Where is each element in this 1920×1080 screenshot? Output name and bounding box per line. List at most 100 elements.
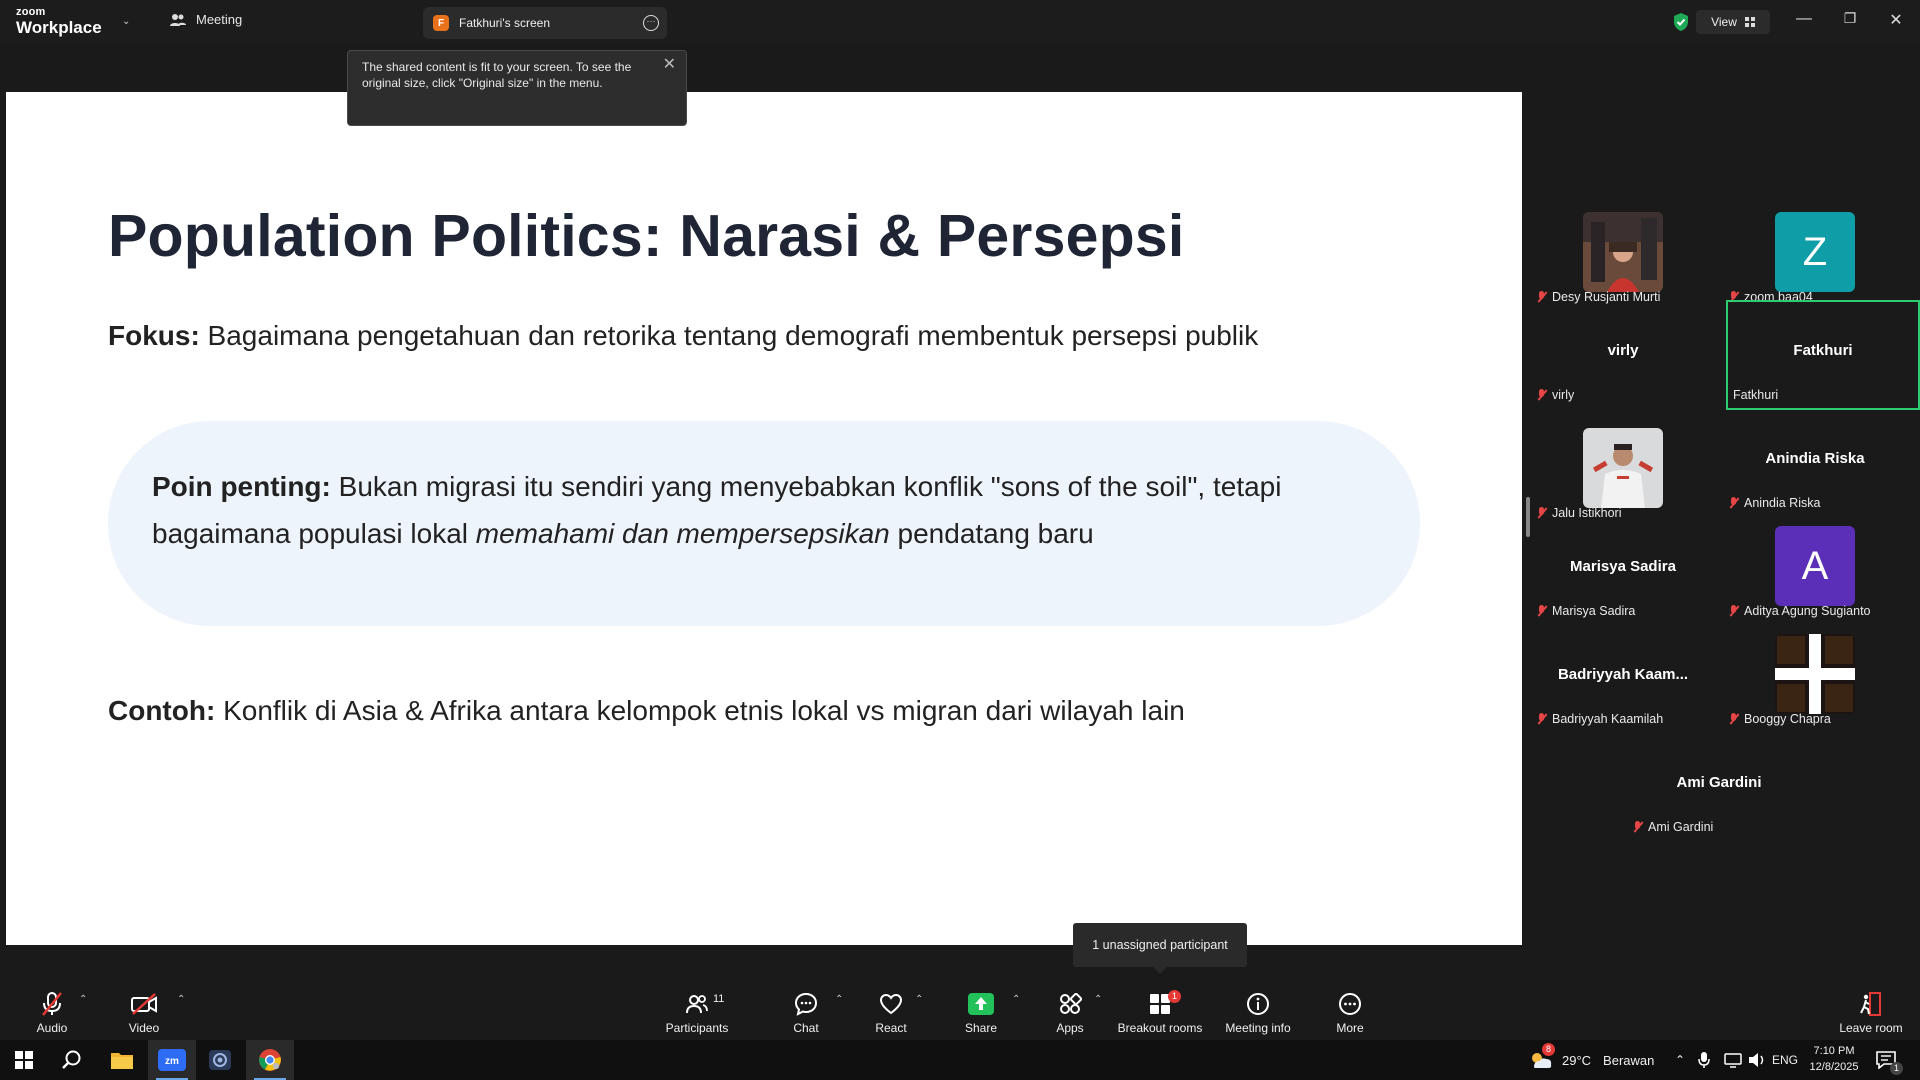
participant-gallery: Desy Rusjanti Murti Z zoom baa04 virly v… bbox=[1528, 52, 1920, 972]
participant-tile[interactable]: A Aditya Agung Sugianto bbox=[1720, 518, 1910, 624]
share-button[interactable]: Share bbox=[960, 980, 1002, 1040]
file-explorer-icon[interactable] bbox=[98, 1040, 146, 1080]
participant-display-name: Ami Gardini bbox=[1676, 774, 1762, 791]
fokus-text: Bagaimana pengetahuan dan retorika tenta… bbox=[199, 320, 1259, 351]
fokus-label: Fokus: bbox=[108, 320, 200, 351]
participant-tile[interactable]: Badriyyah Kaam... Badriyyah Kaamilah bbox=[1528, 626, 1718, 732]
chat-button[interactable]: Chat bbox=[786, 980, 826, 1040]
microphone-icon[interactable] bbox=[1698, 1040, 1710, 1080]
apps-options-caret-icon[interactable]: ⌃ bbox=[1094, 994, 1102, 1005]
video-button[interactable]: Video bbox=[124, 980, 164, 1040]
chevron-down-icon[interactable]: ⌄ bbox=[122, 16, 130, 27]
camera-app-icon[interactable] bbox=[196, 1040, 244, 1080]
participant-tile[interactable]: Z zoom baa04 bbox=[1720, 204, 1910, 310]
view-button[interactable]: View bbox=[1696, 10, 1770, 34]
breakout-rooms-label: Breakout rooms bbox=[1117, 1021, 1203, 1035]
more-icon bbox=[1336, 990, 1364, 1018]
mic-muted-icon bbox=[1728, 496, 1740, 510]
close-icon[interactable]: ✕ bbox=[663, 57, 676, 73]
meeting-tab[interactable]: Meeting bbox=[170, 12, 242, 27]
breakout-rooms-button[interactable]: Breakout rooms bbox=[1115, 980, 1205, 1040]
windows-start-icon[interactable] bbox=[0, 1040, 48, 1080]
zoom-workplace-logo[interactable]: zoom Workplace bbox=[16, 7, 102, 37]
fit-screen-tooltip: The shared content is fit to your screen… bbox=[347, 50, 687, 126]
participant-tile[interactable]: Ami Gardini Ami Gardini bbox=[1624, 734, 1814, 840]
participants-count: 11 bbox=[713, 993, 725, 1005]
contoh-text: Konflik di Asia & Afrika antara kelompok… bbox=[215, 695, 1185, 726]
participant-tile[interactable]: Booggy Chapra bbox=[1720, 626, 1910, 732]
notifications-icon[interactable]: 1 bbox=[1876, 1040, 1904, 1080]
brand-bottom: Workplace bbox=[16, 18, 102, 37]
participant-display-name: virly bbox=[1607, 342, 1639, 359]
meeting-toolbar: Audio ⌃ Video ⌃ Participants 11 Chat ⌃ R… bbox=[0, 980, 1920, 1040]
close-icon[interactable]: ✕ bbox=[1886, 10, 1906, 30]
participants-icon bbox=[170, 13, 186, 26]
breakout-badge: 1 bbox=[1168, 990, 1182, 1003]
participant-photo bbox=[1583, 428, 1663, 508]
weather-widget[interactable]: 8 29°C Berawan bbox=[1528, 1040, 1654, 1080]
apps-icon bbox=[1056, 990, 1084, 1018]
participants-icon bbox=[683, 990, 711, 1018]
mic-muted-icon bbox=[1632, 820, 1644, 834]
participant-tile[interactable]: Desy Rusjanti Murti bbox=[1528, 204, 1718, 310]
mic-muted-icon bbox=[1728, 712, 1740, 726]
chat-label: Chat bbox=[793, 1021, 819, 1035]
react-button[interactable]: React bbox=[871, 980, 911, 1040]
mic-muted-icon bbox=[1536, 712, 1548, 726]
participant-display-name: Fatkhuri bbox=[1793, 342, 1853, 359]
more-options-icon[interactable]: ··· bbox=[643, 15, 659, 31]
meeting-info-button[interactable]: Meeting info bbox=[1222, 980, 1294, 1040]
clock-date: 12/8/2025 bbox=[1809, 1061, 1859, 1073]
participant-display-name: Marisya Sadira bbox=[1570, 558, 1676, 575]
share-options-caret-icon[interactable]: ⌃ bbox=[1012, 994, 1020, 1005]
slide-key-point: Poin penting: Bukan migrasi itu sendiri … bbox=[108, 421, 1420, 626]
participant-photo bbox=[1775, 634, 1855, 714]
chat-options-caret-icon[interactable]: ⌃ bbox=[835, 994, 843, 1005]
video-options-caret-icon[interactable]: ⌃ bbox=[177, 994, 185, 1005]
participant-name: Badriyyah Kaamilah bbox=[1552, 712, 1664, 726]
shared-screen-tab[interactable]: F Fatkhuri's screen ··· bbox=[423, 7, 667, 39]
unassigned-participant-tooltip: 1 unassigned participant bbox=[1073, 923, 1247, 974]
audio-options-caret-icon[interactable]: ⌃ bbox=[79, 994, 87, 1005]
mic-muted-icon bbox=[1536, 604, 1548, 618]
participant-tile[interactable]: Marisya Sadira Marisya Sadira bbox=[1528, 518, 1718, 624]
participant-name: virly bbox=[1552, 388, 1575, 402]
react-options-caret-icon[interactable]: ⌃ bbox=[915, 994, 923, 1005]
weather-text: Berawan bbox=[1603, 1052, 1655, 1068]
meeting-tab-label: Meeting bbox=[196, 12, 243, 27]
participant-display-name: Anindia Riska bbox=[1765, 450, 1865, 467]
network-icon[interactable] bbox=[1724, 1040, 1742, 1080]
info-icon bbox=[1244, 990, 1272, 1018]
chevron-up-icon[interactable]: ⌃ bbox=[1675, 1040, 1685, 1080]
minimize-icon[interactable]: — bbox=[1794, 10, 1814, 28]
video-label: Video bbox=[128, 1021, 160, 1035]
security-shield-icon[interactable] bbox=[1672, 12, 1690, 32]
search-icon[interactable] bbox=[48, 1040, 96, 1080]
leave-room-button[interactable]: Leave room bbox=[1836, 980, 1906, 1040]
participants-button[interactable]: Participants bbox=[660, 980, 734, 1040]
chrome-icon[interactable] bbox=[246, 1040, 294, 1080]
apps-button[interactable]: Apps bbox=[1050, 980, 1090, 1040]
video-off-icon bbox=[130, 990, 158, 1018]
title-bar: zoom Workplace ⌄ Meeting F Fatkhuri's sc… bbox=[0, 0, 1920, 44]
volume-icon[interactable] bbox=[1748, 1040, 1766, 1080]
participant-tile-active-speaker[interactable]: Fatkhuri Fatkhuri bbox=[1726, 300, 1920, 410]
more-button[interactable]: More bbox=[1330, 980, 1370, 1040]
participant-tile[interactable]: virly virly bbox=[1528, 302, 1718, 408]
system-clock[interactable]: 7:10 PM 12/8/2025 bbox=[1802, 1043, 1866, 1075]
restore-icon[interactable]: ❐ bbox=[1840, 10, 1860, 27]
participant-name: Ami Gardini bbox=[1648, 820, 1714, 834]
heart-icon bbox=[877, 990, 905, 1018]
chat-icon bbox=[792, 990, 820, 1018]
language-indicator[interactable]: ENG bbox=[1772, 1040, 1798, 1080]
audio-button[interactable]: Audio bbox=[30, 980, 74, 1040]
participant-avatar: Z bbox=[1775, 212, 1855, 292]
zoom-app-icon[interactable]: zm bbox=[148, 1040, 196, 1080]
poin-label: Poin penting: bbox=[152, 471, 331, 502]
participant-label: virly bbox=[1536, 388, 1574, 402]
participant-tile[interactable]: Jalu Istikhori bbox=[1528, 420, 1718, 526]
mic-muted-icon bbox=[1536, 388, 1548, 402]
share-label: Share bbox=[964, 1021, 998, 1035]
notification-count: 1 bbox=[1890, 1062, 1904, 1075]
participant-tile[interactable]: Anindia Riska Anindia Riska bbox=[1720, 410, 1910, 516]
